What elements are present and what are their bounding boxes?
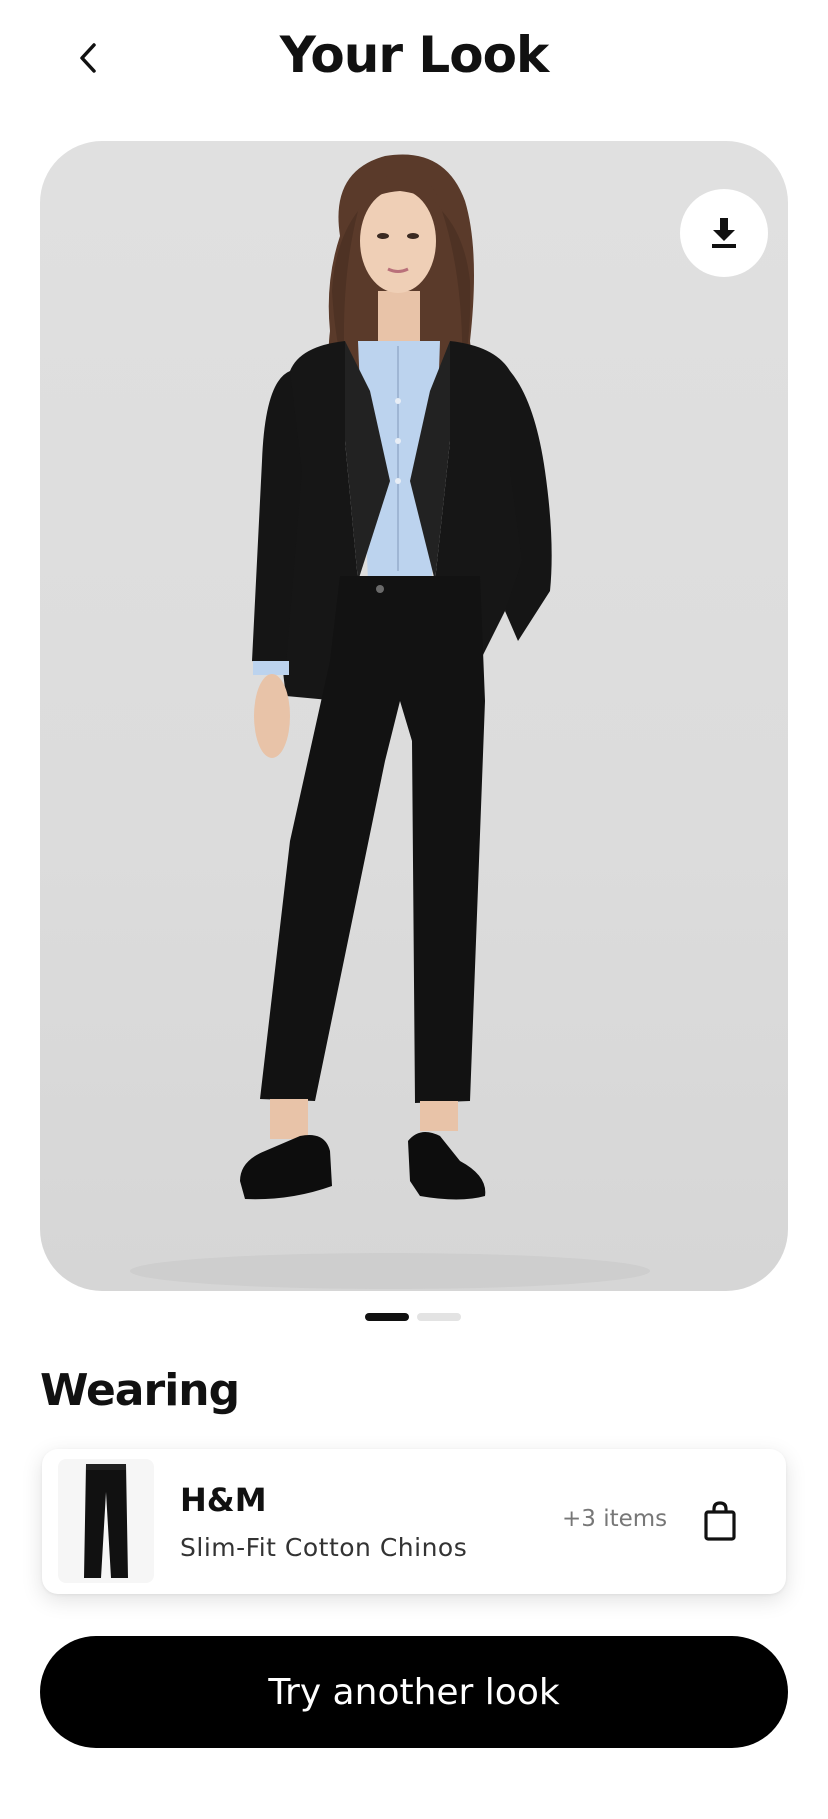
item-name: Slim-Fit Cotton Chinos: [180, 1533, 468, 1562]
download-button[interactable]: [680, 189, 768, 277]
item-thumbnail: [58, 1459, 154, 1583]
pants-thumbnail: [84, 1464, 128, 1578]
shop-bag-button[interactable]: [698, 1499, 742, 1543]
wearing-heading: Wearing: [40, 1365, 240, 1416]
pager-dot-2[interactable]: [417, 1313, 461, 1321]
wearing-item-card[interactable]: H&M Slim-Fit Cotton Chinos +3 items: [42, 1449, 786, 1594]
look-photo[interactable]: [40, 141, 788, 1291]
shopping-bag-icon: [704, 1501, 736, 1541]
download-icon: [712, 218, 736, 248]
pager-dot-1[interactable]: [365, 1313, 409, 1321]
photo-pager[interactable]: [365, 1313, 461, 1321]
model-photo: [130, 154, 650, 1289]
extra-items-count[interactable]: +3 items: [562, 1506, 667, 1532]
page-title: Your Look: [279, 26, 549, 84]
try-another-look-button[interactable]: Try another look: [40, 1636, 788, 1748]
item-brand: H&M: [180, 1481, 267, 1519]
header: Your Look: [0, 0, 828, 120]
